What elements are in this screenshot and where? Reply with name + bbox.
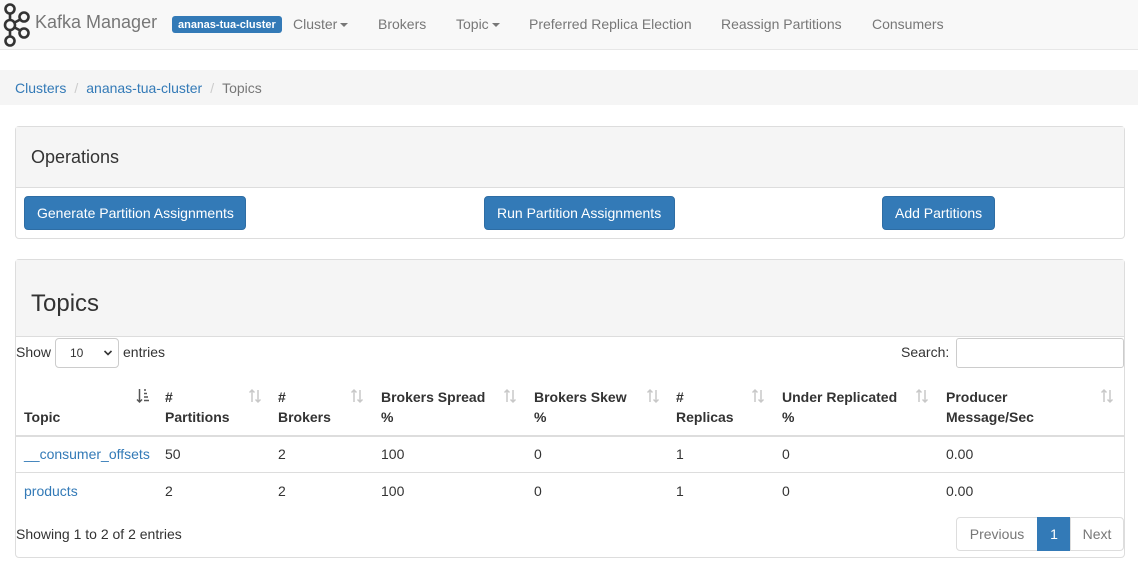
topic-link[interactable]: products (24, 483, 78, 499)
add-partitions-button[interactable]: Add Partitions (882, 196, 995, 230)
table-header-border (16, 435, 1124, 437)
table-cell: 0 (534, 483, 542, 499)
nav-reassign-partitions[interactable]: Reassign Partitions (721, 16, 842, 32)
pagination-previous[interactable]: Previous (956, 517, 1038, 551)
sort-both-icon[interactable] (646, 388, 660, 404)
show-label: Show (16, 344, 52, 360)
table-cell: 1 (676, 446, 684, 462)
nav-consumers[interactable]: Consumers (872, 16, 944, 32)
column-header-producer-message-sec[interactable]: Producer Message/Sec (946, 387, 1034, 427)
page-length-value: 10 (70, 346, 84, 360)
caret-down-icon (340, 23, 349, 28)
sort-both-icon[interactable] (503, 388, 517, 404)
cluster-name-badge: ananas-tua-cluster (172, 16, 282, 33)
column-header-line: % (381, 409, 394, 425)
pagination-page[interactable]: 1 (1037, 517, 1071, 551)
table-cell: 2 (278, 483, 286, 499)
nav-preferred-replica-election[interactable]: Preferred Replica Election (529, 16, 692, 32)
column-header-line: % (534, 409, 547, 425)
column-header-under-replicated[interactable]: Under Replicated% (782, 387, 897, 427)
topics-title: Topics (31, 290, 100, 317)
brand-link[interactable]: Kafka Manager (35, 12, 157, 33)
column-header-replicas[interactable]: # Replicas (676, 387, 734, 427)
search-label: Search: (901, 344, 950, 360)
caret-down-icon (491, 23, 500, 28)
table-cell: 2 (165, 483, 173, 499)
column-header-line: Topic (24, 409, 61, 425)
column-header-line: # (278, 389, 286, 405)
table-cell: 100 (381, 446, 405, 462)
sort-both-icon[interactable] (350, 388, 364, 404)
table-cell: 2 (278, 446, 286, 462)
run-partition-assignments-button[interactable]: Run Partition Assignments (484, 196, 675, 230)
breadcrumb-clusters[interactable]: Clusters (15, 80, 66, 96)
column-header-line: Producer (946, 389, 1008, 405)
column-header-line: # (165, 389, 173, 405)
breadcrumb-current: Topics (222, 80, 262, 96)
table-cell: 0 (782, 446, 790, 462)
column-header-brokers-skew[interactable]: Brokers Skew% (534, 387, 627, 427)
column-header-brokers-spread[interactable]: Brokers Spread% (381, 387, 485, 427)
column-header-brokers[interactable]: # Brokers (278, 387, 331, 427)
nav-cluster-label: Cluster (293, 16, 338, 32)
search-input[interactable] (956, 338, 1124, 368)
column-header-line: Under Replicated (782, 389, 898, 405)
page-length-select[interactable]: 10 (55, 338, 119, 368)
column-header-line: # (676, 389, 684, 405)
entries-label: entries (123, 344, 166, 360)
table-cell: 0 (782, 483, 790, 499)
table-cell: 1 (676, 483, 684, 499)
nav-topic-dropdown[interactable]: Topic (456, 16, 500, 32)
sort-both-icon[interactable] (248, 388, 262, 404)
generate-partition-assignments-button[interactable]: Generate Partition Assignments (24, 196, 246, 230)
sort-both-icon[interactable] (751, 388, 765, 404)
column-header-line: Brokers Spread (381, 389, 486, 405)
column-header-line: Brokers Skew (534, 389, 627, 405)
sort-ascending-icon[interactable] (136, 388, 150, 404)
table-cell: 0.00 (946, 483, 974, 499)
sort-both-icon[interactable] (1100, 388, 1114, 404)
sort-both-icon[interactable] (915, 388, 929, 404)
topics-panel-heading: Topics (16, 260, 1124, 337)
breadcrumb: Clusters / ananas-tua-cluster / Topics (0, 70, 1138, 105)
table-cell: 100 (381, 483, 405, 499)
table-row-border (16, 472, 1124, 473)
kafka-logo-icon[interactable] (1, 2, 33, 48)
column-header-topic[interactable]: Topic (24, 387, 60, 427)
nav-brokers[interactable]: Brokers (378, 16, 426, 32)
table-cell: 0 (534, 446, 542, 462)
table-cell: 50 (165, 446, 181, 462)
breadcrumb-separator: / (210, 80, 215, 96)
operations-title: Operations (31, 147, 120, 167)
topics-panel: Topics Show 10 entries Search: Topic # Pa… (15, 259, 1125, 558)
breadcrumb-separator: / (74, 80, 79, 96)
nav-topic-label: Topic (456, 16, 489, 32)
topic-link[interactable]: __consumer_offsets (24, 446, 150, 462)
table-info: Showing 1 to 2 of 2 entries (16, 526, 182, 542)
column-header-line: Brokers (278, 409, 331, 425)
operations-panel: Operations Generate Partition Assignment… (15, 126, 1125, 239)
table-cell: 0.00 (946, 446, 974, 462)
operations-panel-heading: Operations (16, 127, 1124, 188)
nav-cluster-dropdown[interactable]: Cluster (293, 16, 349, 32)
top-navbar: Kafka Manager ananas-tua-cluster Cluster… (0, 0, 1138, 50)
breadcrumb-cluster[interactable]: ananas-tua-cluster (86, 80, 202, 96)
column-header-line: Replicas (676, 409, 734, 425)
pagination-next[interactable]: Next (1070, 517, 1124, 551)
chevron-down-icon (104, 350, 112, 356)
column-header-partitions[interactable]: # Partitions (165, 387, 230, 427)
column-header-line: Partitions (165, 409, 230, 425)
column-header-line: % (782, 409, 795, 425)
column-header-line: Message/Sec (946, 409, 1034, 425)
